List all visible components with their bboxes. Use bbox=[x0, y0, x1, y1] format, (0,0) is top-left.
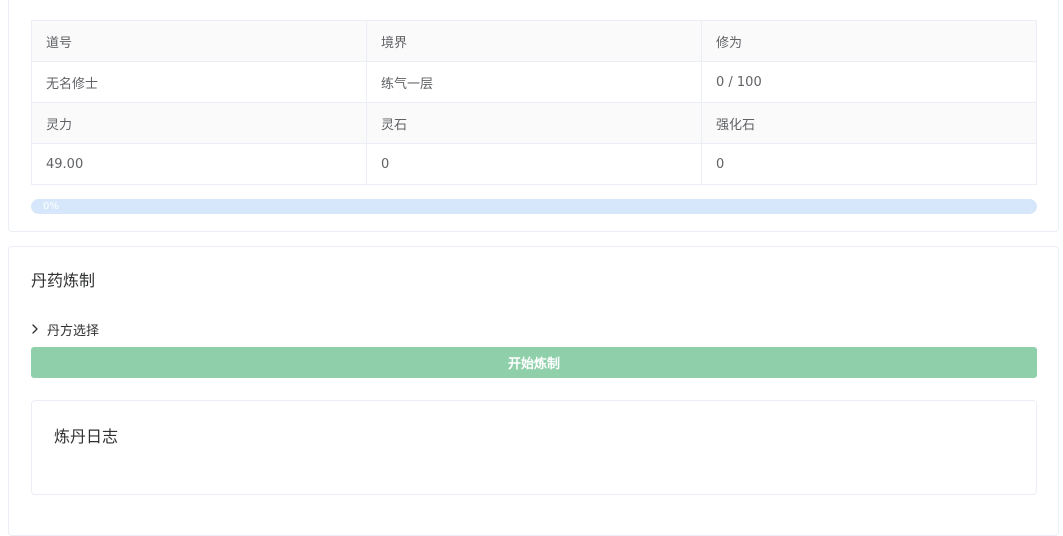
realm-value: 练气一层 bbox=[366, 61, 702, 103]
spirit-power-value: 49.00 bbox=[31, 143, 367, 185]
enhance-stone-value: 0 bbox=[701, 143, 1037, 185]
alchemy-title: 丹药炼制 bbox=[31, 271, 96, 290]
spirit-power-label: 灵力 bbox=[31, 102, 367, 144]
stats-table: 道号 境界 修为 无名修士 练气一层 0 / 100 灵力 灵石 强化石 49.… bbox=[31, 20, 1037, 185]
daohao-label: 道号 bbox=[31, 20, 367, 62]
alchemy-card: 丹药炼制 丹方选择 开始炼制 炼丹日志 bbox=[8, 246, 1059, 536]
realm-label: 境界 bbox=[366, 20, 702, 62]
chevron-right-icon bbox=[32, 324, 38, 334]
alchemy-log-title: 炼丹日志 bbox=[54, 427, 119, 446]
alchemy-log-panel: 炼丹日志 bbox=[31, 400, 1037, 495]
stats-label-row: 灵力 灵石 强化石 bbox=[31, 102, 1037, 144]
spirit-stone-label: 灵石 bbox=[366, 102, 702, 144]
spirit-stone-value: 0 bbox=[366, 143, 702, 185]
start-alchemy-button[interactable]: 开始炼制 bbox=[31, 347, 1037, 378]
stats-value-row: 无名修士 练气一层 0 / 100 bbox=[31, 61, 1037, 103]
stats-value-row: 49.00 0 0 bbox=[31, 143, 1037, 185]
enhance-stone-label: 强化石 bbox=[701, 102, 1037, 144]
recipe-select-label: 丹方选择 bbox=[47, 323, 100, 339]
daohao-value: 无名修士 bbox=[31, 61, 367, 103]
progress-text: 0% bbox=[43, 201, 59, 212]
character-stats-card: 道号 境界 修为 无名修士 练气一层 0 / 100 灵力 灵石 强化石 49.… bbox=[8, 0, 1059, 232]
stats-label-row: 道号 境界 修为 bbox=[31, 20, 1037, 62]
cultivation-progress-bar: 0% bbox=[31, 199, 1037, 214]
cultivation-label: 修为 bbox=[701, 20, 1037, 62]
recipe-select-toggle[interactable]: 丹方选择 bbox=[31, 320, 100, 339]
cultivation-value: 0 / 100 bbox=[701, 61, 1037, 103]
